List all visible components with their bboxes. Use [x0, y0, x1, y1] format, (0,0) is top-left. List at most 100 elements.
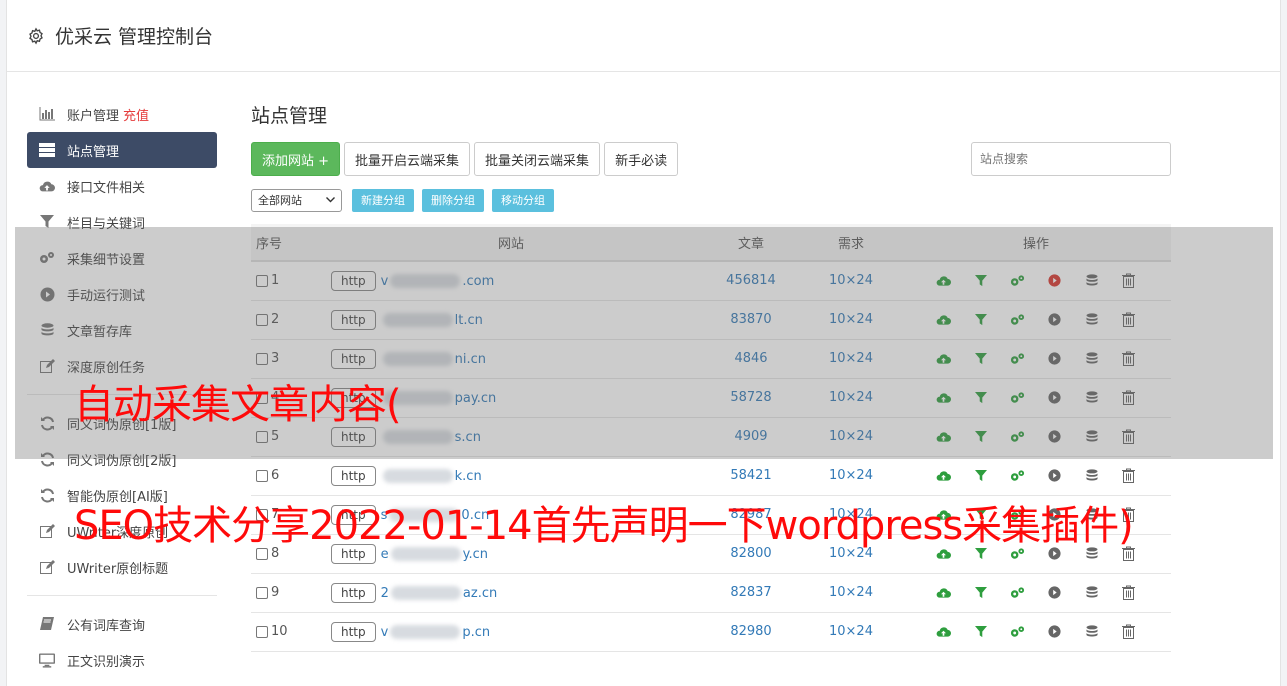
cloud-upload-icon[interactable]	[936, 624, 951, 639]
play-circle-icon[interactable]	[1047, 390, 1062, 405]
sidebar-item-manual-run[interactable]: 手动运行测试	[27, 276, 217, 312]
new-group-button[interactable]: 新建分组	[352, 188, 414, 212]
cloud-upload-icon[interactable]	[936, 351, 951, 366]
gears-icon[interactable]	[1010, 351, 1025, 366]
filter-icon[interactable]	[973, 624, 988, 639]
sidebar-item-synonym-v1[interactable]: 同义词伪原创[1版]	[27, 405, 217, 441]
cloud-upload-icon[interactable]	[936, 390, 951, 405]
site-domain-link[interactable]: v p.cn	[381, 625, 490, 640]
sidebar-item-account[interactable]: 账户管理 充值	[27, 96, 217, 132]
trash-icon[interactable]	[1121, 312, 1136, 327]
site-domain-link[interactable]: k.cn	[381, 469, 482, 484]
gears-icon[interactable]	[1010, 585, 1025, 600]
row-checkbox[interactable]	[256, 313, 268, 326]
sidebar-item-columns[interactable]: 栏目与关键词	[27, 204, 217, 240]
sidebar-item-public-lexicon[interactable]: 公有词库查询	[27, 606, 217, 642]
site-domain-link[interactable]: s.cn	[381, 430, 481, 445]
row-checkbox[interactable]	[256, 586, 268, 599]
site-domain-link[interactable]: pay.cn	[381, 391, 496, 406]
play-circle-icon[interactable]	[1047, 273, 1062, 288]
database-icon[interactable]	[1084, 390, 1099, 405]
trash-icon[interactable]	[1121, 390, 1136, 405]
sidebar-item-uwriter-deep[interactable]: UWriter深度原创	[27, 513, 217, 549]
row-checkbox[interactable]	[256, 469, 268, 482]
filter-icon[interactable]	[973, 351, 988, 366]
site-domain-link[interactable]: lt.cn	[381, 313, 483, 328]
trash-icon[interactable]	[1121, 351, 1136, 366]
row-checkbox[interactable]	[256, 508, 268, 521]
row-checkbox[interactable]	[256, 430, 268, 443]
gears-icon[interactable]	[1010, 312, 1025, 327]
trash-icon[interactable]	[1121, 468, 1136, 483]
trash-icon[interactable]	[1121, 429, 1136, 444]
database-icon[interactable]	[1084, 546, 1099, 561]
cloud-upload-icon[interactable]	[936, 429, 951, 444]
sidebar-item-ai-rewrite[interactable]: 智能伪原创[AI版]	[27, 477, 217, 513]
gears-icon[interactable]	[1010, 273, 1025, 288]
filter-icon[interactable]	[973, 312, 988, 327]
trash-icon[interactable]	[1121, 624, 1136, 639]
trash-icon[interactable]	[1121, 585, 1136, 600]
play-circle-icon[interactable]	[1047, 624, 1062, 639]
filter-icon[interactable]	[973, 507, 988, 522]
filter-icon[interactable]	[973, 585, 988, 600]
sidebar-item-collect-settings[interactable]: 采集细节设置	[27, 240, 217, 276]
filter-icon[interactable]	[973, 273, 988, 288]
database-icon[interactable]	[1084, 312, 1099, 327]
row-checkbox[interactable]	[256, 547, 268, 560]
database-icon[interactable]	[1084, 468, 1099, 483]
trash-icon[interactable]	[1121, 546, 1136, 561]
cloud-upload-icon[interactable]	[936, 507, 951, 522]
sidebar-item-sites[interactable]: 站点管理	[27, 132, 217, 168]
database-icon[interactable]	[1084, 585, 1099, 600]
cloud-upload-icon[interactable]	[936, 273, 951, 288]
gears-icon[interactable]	[1010, 468, 1025, 483]
row-checkbox[interactable]	[256, 625, 268, 638]
move-group-button[interactable]: 移动分组	[492, 188, 554, 212]
site-domain-link[interactable]: ni.cn	[381, 352, 486, 367]
trash-icon[interactable]	[1121, 507, 1136, 522]
row-checkbox[interactable]	[256, 391, 268, 404]
cloud-upload-icon[interactable]	[936, 585, 951, 600]
sidebar-item-article-store[interactable]: 文章暂存库	[27, 312, 217, 348]
add-site-button[interactable]: 添加网站 +	[251, 142, 341, 176]
row-checkbox[interactable]	[256, 352, 268, 365]
batch-open-cloud-button[interactable]: 批量开启云端采集	[344, 142, 471, 176]
play-circle-icon[interactable]	[1047, 429, 1062, 444]
group-select[interactable]: 全部网站	[251, 188, 342, 212]
site-search-input[interactable]	[971, 142, 1171, 176]
cloud-upload-icon[interactable]	[936, 312, 951, 327]
filter-icon[interactable]	[973, 429, 988, 444]
sidebar-item-synonym-v2[interactable]: 同义词伪原创[2版]	[27, 441, 217, 477]
database-icon[interactable]	[1084, 351, 1099, 366]
play-circle-icon[interactable]	[1047, 351, 1062, 366]
gears-icon[interactable]	[1010, 546, 1025, 561]
cloud-upload-icon[interactable]	[936, 468, 951, 483]
play-circle-icon[interactable]	[1047, 507, 1062, 522]
play-circle-icon[interactable]	[1047, 585, 1062, 600]
cloud-upload-icon[interactable]	[936, 546, 951, 561]
site-domain-link[interactable]: s 0.cn	[381, 508, 490, 523]
sidebar-item-deep-original[interactable]: 深度原创任务	[27, 348, 217, 384]
row-checkbox[interactable]	[256, 274, 268, 287]
site-domain-link[interactable]: 2 az.cn	[381, 586, 498, 601]
play-circle-icon[interactable]	[1047, 468, 1062, 483]
database-icon[interactable]	[1084, 624, 1099, 639]
recharge-link[interactable]: 充值	[123, 105, 149, 124]
site-domain-link[interactable]: v .com	[381, 274, 495, 289]
sidebar-item-text-recognition[interactable]: 正文识别演示	[27, 642, 217, 678]
delete-group-button[interactable]: 删除分组	[422, 188, 484, 212]
play-circle-icon[interactable]	[1047, 312, 1062, 327]
gears-icon[interactable]	[1010, 390, 1025, 405]
batch-close-cloud-button[interactable]: 批量关闭云端采集	[474, 142, 601, 176]
database-icon[interactable]	[1084, 507, 1099, 522]
gears-icon[interactable]	[1010, 624, 1025, 639]
sidebar-item-interface[interactable]: 接口文件相关	[27, 168, 217, 204]
sidebar-item-uwriter-title[interactable]: UWriter原创标题	[27, 549, 217, 585]
site-domain-link[interactable]: e y.cn	[381, 547, 488, 562]
play-circle-icon[interactable]	[1047, 546, 1062, 561]
trash-icon[interactable]	[1121, 273, 1136, 289]
gears-icon[interactable]	[1010, 429, 1025, 444]
database-icon[interactable]	[1084, 273, 1099, 288]
gears-icon[interactable]	[1010, 507, 1025, 522]
